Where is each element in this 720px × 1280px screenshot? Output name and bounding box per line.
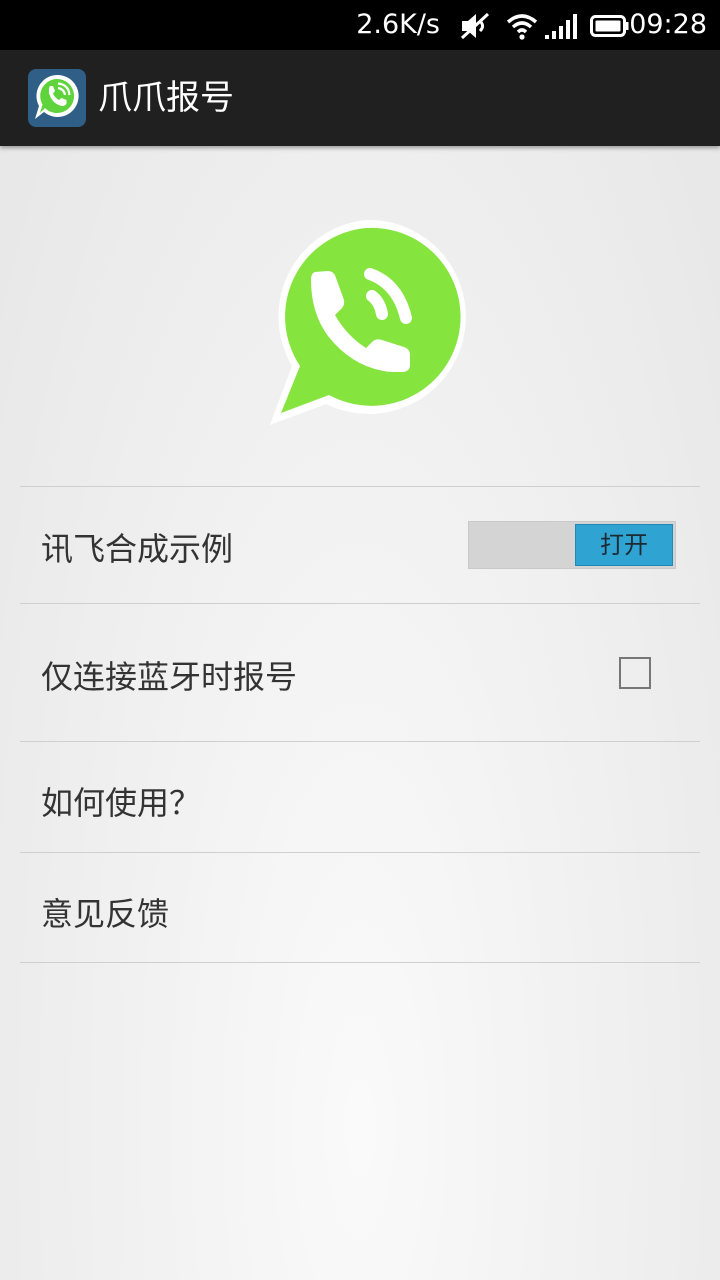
app-phone-bubble-icon[interactable] [28,69,86,127]
settings-item-label: 讯飞合成示例 [41,530,234,568]
network-speed: 2.6K/s [356,9,440,40]
toggle-thumb: 打开 [575,524,673,566]
settings-item-label: 如何使用？ [41,784,202,822]
divider [20,962,700,963]
settings-item-label: 意见反馈 [41,895,170,933]
battery-icon [590,11,630,45]
tts-demo-toggle[interactable]: 打开 [468,521,676,569]
status-bar: 2.6K/s 09:28 [0,0,720,50]
settings-item-feedback[interactable]: 意见反馈 [20,853,700,962]
signal-icon [544,11,580,45]
settings-item-how-to-use[interactable]: 如何使用？ [20,742,700,852]
phone-speech-bubble-icon [266,218,466,428]
app-title: 爪爪报号 [98,78,234,118]
settings-item-label: 仅连接蓝牙时报号 [41,658,298,696]
mute-icon [458,11,492,45]
clock: 09:28 [629,9,707,40]
settings-item-bluetooth-only[interactable]: 仅连接蓝牙时报号 [20,604,700,741]
wifi-icon [505,11,539,45]
bluetooth-only-checkbox[interactable] [619,657,651,689]
action-bar: 爪爪报号 [0,50,720,146]
